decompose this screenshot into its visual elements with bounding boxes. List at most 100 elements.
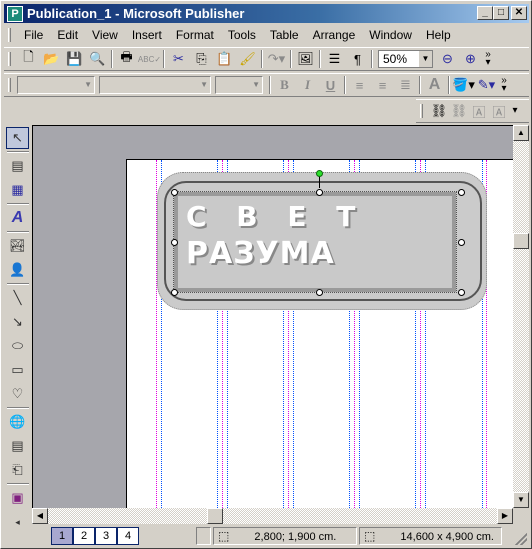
menu-tools[interactable]: Tools	[221, 28, 263, 42]
insert-picture-icon[interactable]: 🖼	[294, 48, 317, 70]
close-button[interactable]: ✕	[511, 6, 527, 20]
publication-page[interactable]: С В Е Т РАЗУМА	[126, 159, 513, 508]
open-icon[interactable]: 📂	[40, 48, 63, 70]
rectangle-icon[interactable]: ▭	[6, 359, 29, 381]
toolbar-grip[interactable]	[8, 52, 11, 66]
scroll-right-button[interactable]: ▶	[497, 508, 513, 524]
line-icon[interactable]: ╲	[6, 287, 29, 309]
align-right-icon[interactable]: ≡	[371, 74, 394, 96]
font-size-select[interactable]: ▼	[215, 76, 263, 94]
selected-text-frame[interactable]: С В Е Т РАЗУМА	[173, 191, 457, 293]
menu-arrange[interactable]: Arrange	[306, 28, 363, 42]
resize-handle-se[interactable]	[458, 289, 465, 296]
justify-icon[interactable]: ≣	[394, 74, 417, 96]
oval-icon[interactable]: ⬭	[6, 335, 29, 357]
select-objects-icon[interactable]: ↖	[6, 127, 29, 149]
menu-insert[interactable]: Insert	[125, 28, 169, 42]
page-tab-1[interactable]: 1	[51, 527, 73, 545]
page-tab-4[interactable]: 4	[117, 527, 139, 545]
rounded-rectangle-shape[interactable]: С В Е Т РАЗУМА	[157, 170, 487, 310]
toolbar-options-icon[interactable]: ▾	[509, 106, 521, 116]
html-fragment-icon[interactable]: ⎗	[6, 459, 29, 481]
form-control-icon[interactable]: ▤	[6, 435, 29, 457]
fill-color-icon[interactable]: 🪣▾	[452, 74, 475, 96]
zoom-in-icon[interactable]: ⊕	[459, 48, 482, 70]
menu-help[interactable]: Help	[419, 28, 458, 42]
menu-window[interactable]: Window	[362, 28, 419, 42]
vertical-scrollbar[interactable]: ▲ ▼	[513, 125, 529, 508]
rotate-handle[interactable]	[316, 170, 323, 177]
wordart-icon[interactable]: A	[6, 207, 29, 229]
design-gallery-icon[interactable]: ▣	[6, 487, 29, 509]
grow-font-icon[interactable]: A	[423, 74, 446, 96]
resize-grip[interactable]	[515, 533, 527, 545]
publisher-app-icon[interactable]: P	[7, 5, 23, 22]
search-icon[interactable]: 🔍	[86, 48, 109, 70]
minimize-button[interactable]: _	[477, 6, 493, 20]
spelling-icon[interactable]: ABC✓	[138, 48, 161, 70]
resize-handle-s[interactable]	[316, 289, 323, 296]
text-box-icon[interactable]: ▤	[6, 155, 29, 177]
arrow-icon[interactable]: ↘	[6, 311, 29, 333]
menu-file[interactable]: File	[17, 28, 50, 42]
previous-frame-icon[interactable]: 🄰	[469, 100, 489, 122]
separator	[111, 50, 113, 68]
resize-handle-ne[interactable]	[458, 189, 465, 196]
menu-view[interactable]: View	[85, 28, 125, 42]
resize-handle-n[interactable]	[316, 189, 323, 196]
bold-button[interactable]: B	[273, 74, 296, 96]
scroll-down-button[interactable]: ▼	[513, 492, 529, 508]
resize-handle-e[interactable]	[458, 239, 465, 246]
toolbar-options-icon[interactable]: » ▾	[498, 76, 510, 94]
unlink-icon[interactable]: ⛓	[449, 100, 469, 122]
style-select[interactable]: ▼	[17, 76, 95, 94]
print-icon[interactable]: 🖶	[115, 48, 138, 70]
menu-table[interactable]: Table	[263, 28, 306, 42]
page-tab-2[interactable]: 2	[73, 527, 95, 545]
menu-edit[interactable]: Edit	[50, 28, 85, 42]
redo-icon[interactable]: ↷▾	[265, 48, 288, 70]
heading-line-1[interactable]: С В Е Т	[186, 200, 365, 233]
font-select[interactable]: ▼	[99, 76, 211, 94]
toolbar-grip[interactable]	[8, 78, 11, 92]
toolbar-grip[interactable]	[420, 104, 423, 118]
menu-format[interactable]: Format	[169, 28, 221, 42]
new-icon[interactable]: 🗋	[17, 48, 40, 70]
maximize-button[interactable]: □	[493, 6, 509, 20]
resize-handle-w[interactable]	[171, 239, 178, 246]
scroll-up-button[interactable]: ▲	[513, 125, 529, 141]
workspace[interactable]: С В Е Т РАЗУМА	[32, 125, 513, 508]
save-icon[interactable]: 💾	[63, 48, 86, 70]
clip-art-icon[interactable]: 👤	[6, 259, 29, 281]
heading-line-2[interactable]: РАЗУМА	[186, 236, 335, 271]
separator	[344, 76, 346, 94]
zoom-out-icon[interactable]: ⊖	[436, 48, 459, 70]
line-color-icon[interactable]: ✎▾	[475, 74, 498, 96]
scroll-left-button[interactable]: ◀	[32, 508, 48, 524]
zoom-select[interactable]: 50% ▼	[378, 50, 433, 68]
page-tab-3[interactable]: 3	[95, 527, 117, 545]
format-painter-icon[interactable]: 🖌	[236, 48, 259, 70]
copy-icon[interactable]: ⎘	[190, 48, 213, 70]
autoshapes-icon[interactable]: ♡	[6, 383, 29, 405]
next-frame-icon[interactable]: 🄰	[489, 100, 509, 122]
insert-table-icon[interactable]: ▦	[6, 179, 29, 201]
underline-button[interactable]: U	[319, 74, 342, 96]
horizontal-scroll-thumb[interactable]	[207, 508, 223, 524]
resize-handle-nw[interactable]	[171, 189, 178, 196]
italic-button[interactable]: I	[296, 74, 319, 96]
columns-icon[interactable]: ☰	[323, 48, 346, 70]
cut-icon[interactable]: ✂	[167, 48, 190, 70]
link-icon[interactable]: ⛓	[429, 100, 449, 122]
chevron-down-icon[interactable]: ▼	[419, 51, 432, 67]
picture-frame-icon[interactable]: 🏞	[6, 235, 29, 257]
paste-icon[interactable]: 📋	[213, 48, 236, 70]
menubar-grip[interactable]	[8, 28, 11, 42]
pilcrow-icon[interactable]: ¶	[346, 48, 369, 70]
align-left-icon[interactable]: ≡	[348, 74, 371, 96]
toolbar-options-icon[interactable]: » ▾	[482, 50, 494, 68]
vertical-scroll-thumb[interactable]	[513, 233, 529, 249]
resize-handle-sw[interactable]	[171, 289, 178, 296]
hot-spot-icon[interactable]: 🌐	[6, 411, 29, 433]
horizontal-scrollbar[interactable]: ◀ ▶	[32, 508, 513, 524]
